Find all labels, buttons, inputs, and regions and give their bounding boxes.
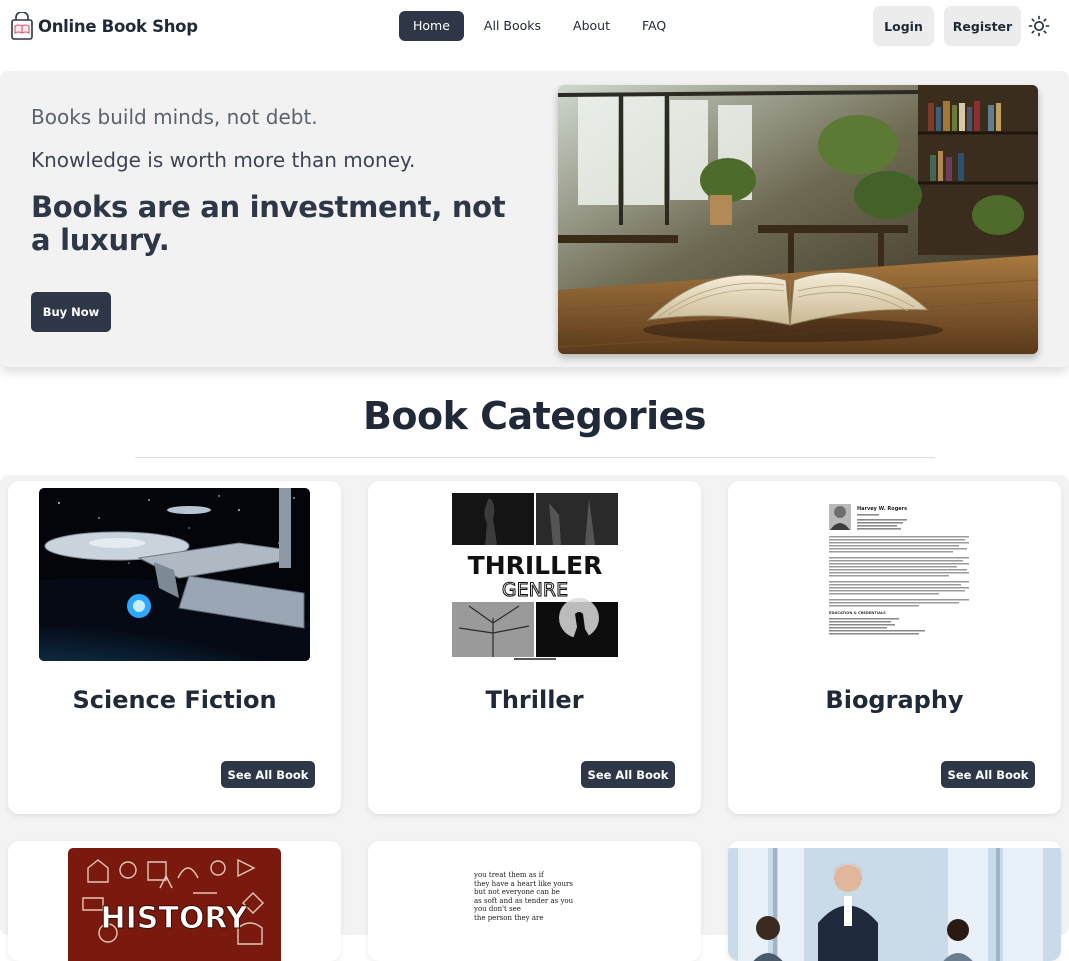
thriller-genre-image: THRILLER GENRE: [399, 488, 670, 661]
category-card-thriller: THRILLER GENRE Thriller See All Book: [368, 481, 701, 814]
thriller-word-text: THRILLER: [468, 551, 603, 580]
history-word-text: HISTORY: [100, 901, 248, 936]
brand-logo[interactable]: Online Book Shop: [10, 12, 198, 40]
login-button[interactable]: Login: [873, 6, 934, 46]
genre-word-text: GENRE: [502, 579, 568, 601]
nav-faq[interactable]: FAQ: [628, 11, 680, 41]
biography-section-text: EDUCATION & CREDENTIALS: [829, 611, 886, 615]
hero-tagline-1: Books build minds, not debt.: [31, 105, 318, 129]
shopping-bag-book-icon: [10, 12, 34, 40]
nav-all-books[interactable]: All Books: [470, 11, 555, 41]
category-card-poetry: you treat them as if they have a heart l…: [368, 841, 701, 961]
biography-resume-image: Harvey W. Rogers EDUCATION & CREDENTIALS: [759, 488, 1030, 661]
section-title: Book Categories: [362, 394, 707, 438]
brand-name: Online Book Shop: [38, 16, 198, 36]
navbar: Online Book Shop Home All Books About FA…: [0, 0, 1069, 52]
category-card-history: HISTORY: [8, 841, 341, 961]
sun-icon[interactable]: [1028, 15, 1050, 37]
category-card-science-fiction: Science Fiction See All Book: [8, 481, 341, 814]
category-title: Thriller: [485, 686, 584, 714]
poem-text: you treat them as if they have a heart l…: [474, 871, 654, 922]
see-all-book-button[interactable]: See All Book: [941, 761, 1035, 788]
category-card-business: [728, 841, 1061, 961]
hero-tagline-2: Knowledge is worth more than money.: [31, 148, 416, 172]
poem-line: they have a heart like yours: [474, 879, 573, 888]
history-cover-image: HISTORY: [68, 848, 281, 961]
category-title: Biography: [825, 686, 964, 714]
science-fiction-image: [39, 488, 310, 661]
nav-about[interactable]: About: [559, 11, 624, 41]
poem-line: you don't see: [474, 905, 521, 913]
hero-headline: Books are an investment, not a luxury.: [31, 190, 506, 257]
section-divider: [135, 457, 935, 458]
nav-home[interactable]: Home: [399, 11, 464, 41]
see-all-book-button[interactable]: See All Book: [581, 761, 675, 788]
hero-banner: Books build minds, not debt. Knowledge i…: [0, 71, 1069, 367]
poem-line: you treat them as if: [474, 871, 544, 879]
buy-now-button[interactable]: Buy Now: [31, 292, 111, 332]
category-title: Science Fiction: [72, 686, 277, 714]
biography-name-text: Harvey W. Rogers: [857, 506, 907, 512]
main-nav: Home All Books About FAQ: [399, 11, 680, 41]
business-meeting-image: [728, 848, 1061, 961]
poem-line: the person they are: [474, 913, 544, 922]
poem-line: as soft and as tender as you: [474, 896, 574, 905]
poem-line: but not everyone can be: [474, 888, 560, 896]
register-button[interactable]: Register: [944, 6, 1021, 46]
hero-image-open-book: [558, 85, 1038, 354]
category-card-biography: Harvey W. Rogers EDUCATION & CREDENTIALS…: [728, 481, 1061, 814]
see-all-book-button[interactable]: See All Book: [221, 761, 315, 788]
